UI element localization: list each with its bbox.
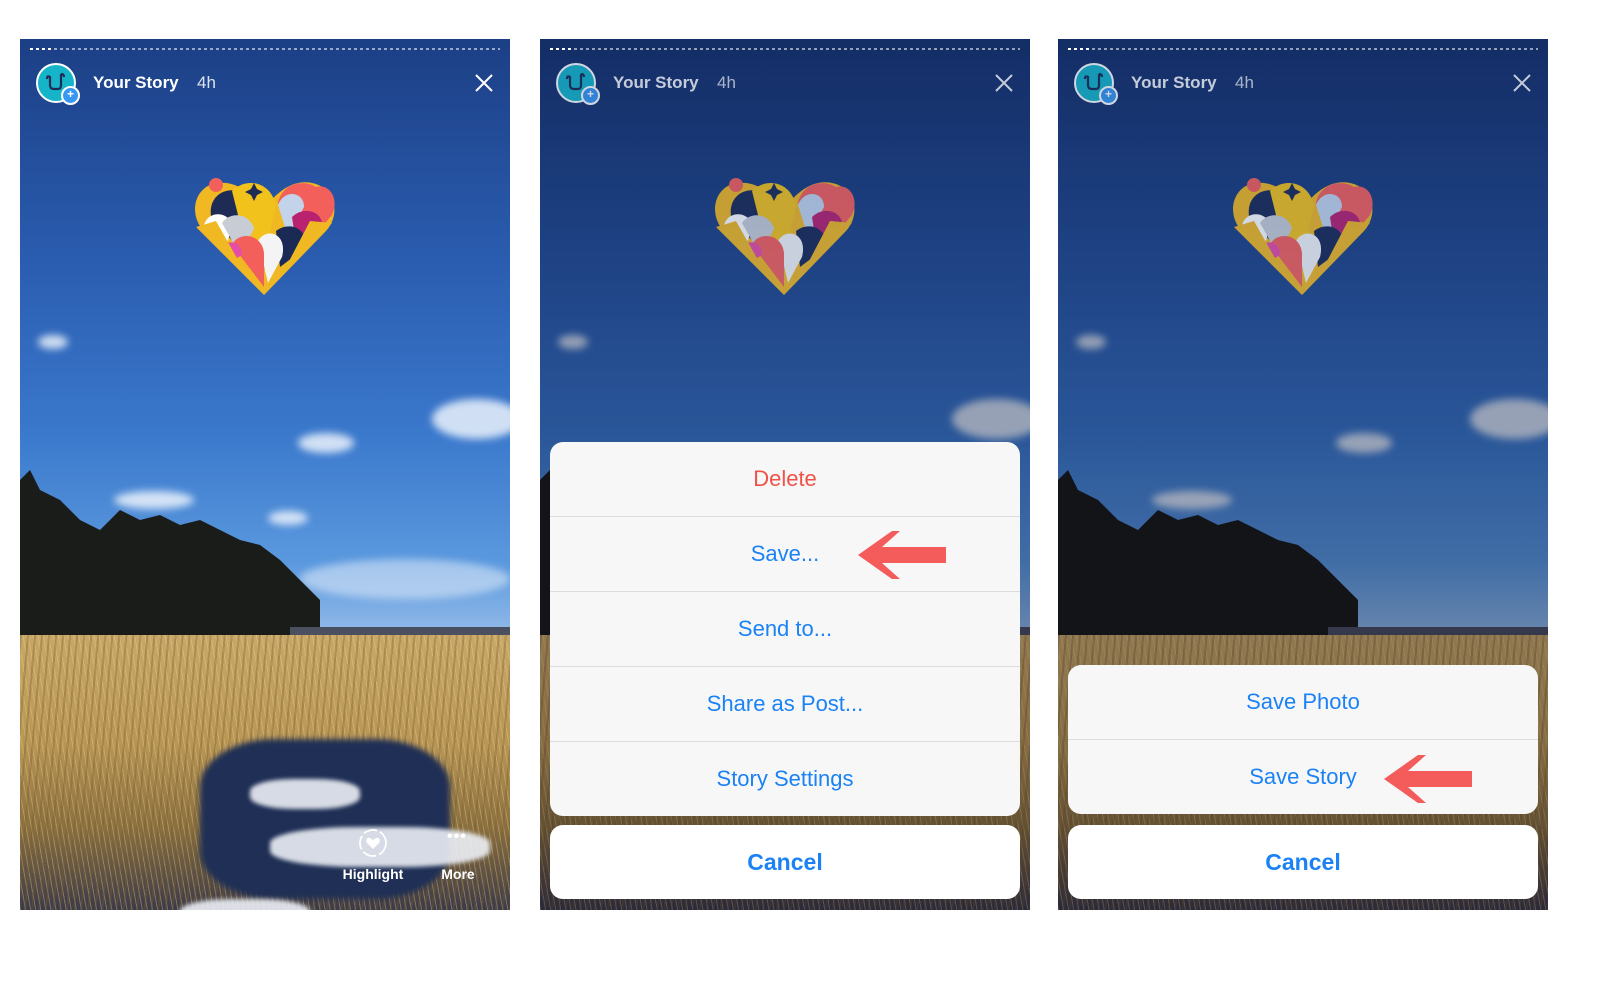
story-timestamp: 4h [1235,73,1254,92]
avatar[interactable]: + [1074,63,1118,105]
heart-circle-icon[interactable] [358,828,388,858]
story-title: Your Story [613,73,699,92]
action-sheet: Delete Save... Send to... Share as Post.… [550,442,1020,816]
close-icon[interactable] [1512,73,1532,93]
cancel-button[interactable]: Cancel [1068,825,1538,899]
share-as-post-option[interactable]: Share as Post... [550,666,1020,741]
story-title: Your Story [93,73,179,92]
avatar[interactable]: + [556,63,600,105]
story-progress-bar [1068,48,1538,50]
story-screen-3: + Your Story 4h Save Photo Save Story Ca… [1058,39,1548,910]
story-progress-bar [30,48,500,50]
close-icon[interactable] [474,73,494,93]
close-icon[interactable] [994,73,1014,93]
add-story-badge-icon[interactable]: + [61,86,80,105]
story-photo [20,39,510,910]
heart-sticker [1233,178,1373,295]
delete-option[interactable]: Delete [550,442,1020,516]
heart-sticker[interactable] [192,171,336,299]
story-screen-1: + Your Story 4h Highlight ••• More [20,39,510,910]
more-button[interactable]: More [434,866,482,882]
add-story-badge-icon[interactable]: + [1099,86,1118,105]
heart-sticker [715,178,855,295]
story-settings-option[interactable]: Story Settings [550,741,1020,816]
cancel-button[interactable]: Cancel [550,825,1020,899]
ellipsis-icon[interactable]: ••• [447,828,467,846]
annotation-arrow-icon [1384,755,1472,803]
save-photo-option[interactable]: Save Photo [1068,665,1538,739]
story-progress-bar [550,48,1020,50]
story-title: Your Story [1131,73,1217,92]
story-timestamp: 4h [197,73,216,92]
story-screen-2: + Your Story 4h Delete Save... Send to..… [540,39,1030,910]
story-timestamp: 4h [717,73,736,92]
save-option[interactable]: Save... [550,516,1020,591]
send-to-option[interactable]: Send to... [550,591,1020,666]
highlight-button[interactable]: Highlight [340,866,406,882]
annotation-arrow-icon [858,531,946,579]
avatar[interactable]: + [36,63,80,105]
add-story-badge-icon[interactable]: + [581,86,600,105]
